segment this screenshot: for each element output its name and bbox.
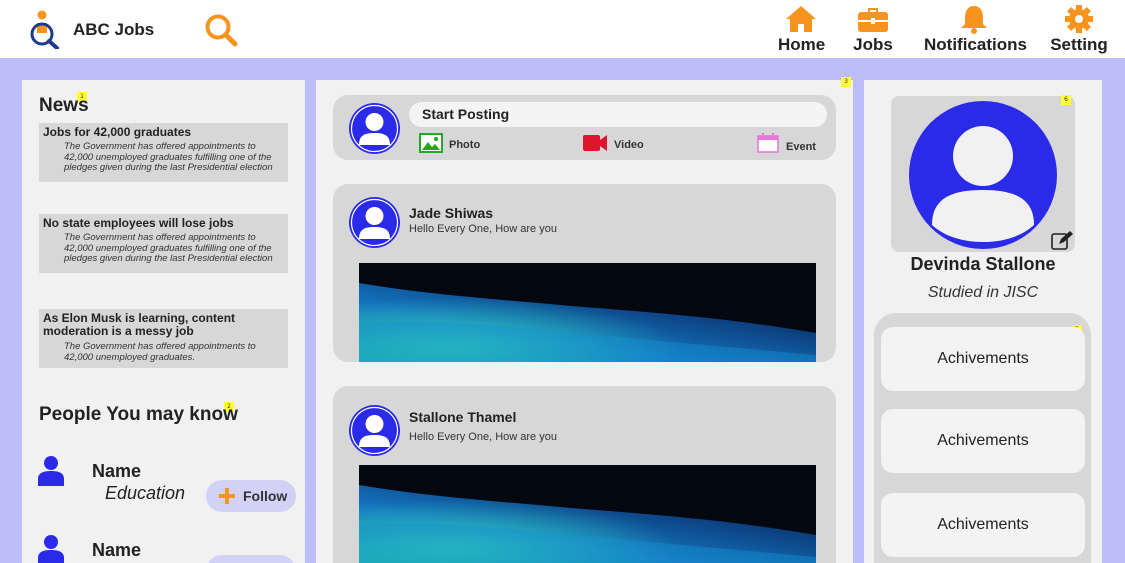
profile-name: Devinda Stallone [910, 254, 1056, 274]
event-button[interactable]: Event [757, 133, 827, 155]
news-body: The Government has offered appointments … [64, 141, 273, 173]
achievements-container: 5 Achivements Achivements Achivements [874, 313, 1091, 563]
post-image-graphic [359, 263, 816, 362]
post-text: Hello Every One, How are you [409, 223, 557, 235]
briefcase-icon [858, 8, 888, 32]
gear-icon [1065, 5, 1093, 33]
avatar[interactable] [349, 103, 400, 154]
annotation-marker: 3 [841, 77, 851, 87]
nav-home-label: Home [778, 35, 826, 54]
video-label: Video [614, 139, 644, 151]
bell-icon [961, 6, 987, 34]
post-composer: Start Posting Photo Video Event [333, 95, 836, 160]
news-item[interactable]: Jobs for 42,000 graduates The Government… [39, 123, 288, 182]
people-item: Name Education Follow [38, 455, 298, 515]
post-image-graphic [359, 465, 816, 563]
brand-name: ABC Jobs [73, 20, 155, 39]
follow-label: Follow [243, 488, 288, 504]
news-heading: News [39, 95, 89, 116]
event-label: Event [786, 141, 816, 153]
post-text: Hello Every One, How are you [409, 431, 557, 443]
post-image[interactable] [359, 263, 816, 362]
achievement-item[interactable]: Achivements [881, 409, 1085, 473]
news-headline: No state employees will lose jobs [43, 216, 234, 230]
achievement-item[interactable]: Achivements [881, 327, 1085, 391]
news-body: The Government has offered appointments … [64, 341, 256, 363]
user-avatar-icon [350, 406, 399, 455]
photo-button[interactable]: Photo [419, 133, 489, 155]
top-navbar: ABC Jobs Home Jobs Notifications Setting [0, 0, 1125, 58]
user-avatar-icon [350, 198, 399, 247]
person-icon [38, 456, 64, 486]
nav-jobs[interactable]: Jobs [852, 4, 894, 55]
achievement-item[interactable]: Achivements [881, 493, 1085, 557]
news-headline: Jobs for 42,000 graduates [43, 125, 192, 139]
news-body: The Government has offered appointments … [64, 232, 273, 264]
home-icon [786, 6, 816, 32]
follow-button[interactable] [206, 555, 296, 563]
video-button[interactable]: Video [582, 133, 652, 155]
nav-notifications-label: Notifications [924, 35, 1027, 54]
start-posting-input[interactable]: Start Posting [409, 102, 827, 127]
people-item: Name [38, 534, 298, 563]
nav-jobs-label: Jobs [853, 35, 893, 54]
profile-avatar-icon [909, 101, 1057, 249]
post-image[interactable] [359, 465, 816, 563]
post-card: Stallone Thamel Hello Every One, How are… [333, 386, 836, 563]
nav-setting[interactable]: Setting [1050, 4, 1108, 55]
logo-icon[interactable] [27, 9, 61, 49]
follow-button[interactable]: Follow [206, 480, 296, 512]
profile-panel: 6 Devinda Stallone Studied in JISC 5 Ach… [864, 80, 1102, 563]
nav-home[interactable]: Home [778, 4, 826, 55]
photo-label: Photo [449, 139, 481, 151]
person-name[interactable]: Name [92, 461, 141, 482]
news-headline: As Elon Musk is learning, content modera… [43, 311, 236, 338]
user-avatar-icon [350, 104, 399, 153]
post-author[interactable]: Jade Shiwas [409, 205, 493, 221]
calendar-icon [757, 133, 779, 153]
person-education: Education [105, 483, 186, 503]
profile-studies: Studied in JISC [927, 284, 1039, 301]
person-name[interactable]: Name [92, 540, 141, 561]
post-author[interactable]: Stallone Thamel [409, 409, 516, 425]
photo-icon [419, 133, 443, 153]
feed-panel: 3 Start Posting Photo Video Event Jade S… [316, 77, 853, 563]
nav-setting-label: Setting [1050, 35, 1108, 54]
edit-icon[interactable] [1051, 231, 1073, 251]
news-item[interactable]: No state employees will lose jobs The Go… [39, 214, 288, 273]
avatar[interactable] [349, 405, 400, 456]
post-card: Jade Shiwas Hello Every One, How are you [333, 184, 836, 362]
video-camera-icon [583, 135, 607, 151]
nav-notifications[interactable]: Notifications [924, 4, 1027, 55]
people-you-may-know-heading: People You may know [39, 404, 238, 425]
plus-icon [219, 488, 235, 504]
news-item[interactable]: As Elon Musk is learning, content modera… [39, 309, 288, 368]
person-icon [38, 535, 64, 563]
search-icon[interactable] [203, 12, 239, 48]
profile-picture-box[interactable]: 6 [891, 95, 1075, 252]
annotation-marker: 6 [1061, 95, 1071, 105]
avatar[interactable] [349, 197, 400, 248]
left-sidebar: 1 News Jobs for 42,000 graduates The Gov… [22, 80, 305, 563]
